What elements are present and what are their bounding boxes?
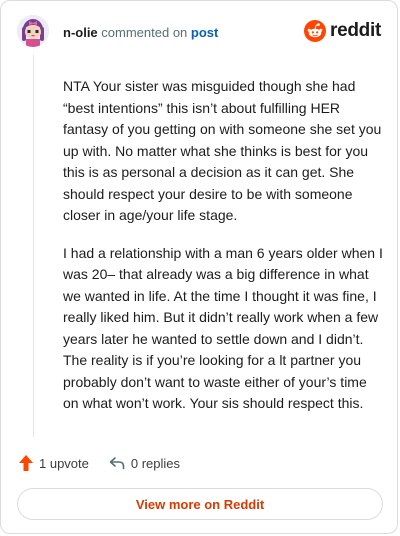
reply-arrow-icon — [109, 457, 125, 470]
username-link[interactable]: n-olie — [63, 25, 98, 40]
replies-button[interactable]: 0 replies — [109, 456, 180, 471]
commented-on-text: commented on — [101, 25, 188, 40]
avatar-icon — [17, 15, 49, 47]
view-more-on-reddit-button[interactable]: View more on Reddit — [17, 488, 383, 520]
avatar[interactable] — [17, 15, 49, 47]
reddit-snoo-icon — [304, 20, 327, 42]
comment-actions: 1 upvote 0 replies — [19, 455, 180, 471]
reddit-wordmark: reddit — [330, 20, 381, 41]
upvote-count: 1 upvote — [39, 455, 89, 471]
comment-paragraph: NTA Your sister was misguided though she… — [63, 78, 382, 223]
comment-body: NTA Your sister was misguided though she… — [63, 76, 385, 431]
comment-paragraph: I had a relationship with a man 6 years … — [63, 244, 383, 412]
reply-count: 0 replies — [130, 455, 181, 471]
comment-header: n-olie commented on post — [63, 25, 218, 41]
comment-embed-card: n-olie commented on post reddit NTA Your… — [0, 0, 398, 534]
reddit-logo[interactable]: reddit — [304, 20, 381, 42]
thread-line — [33, 55, 34, 437]
post-link[interactable]: post — [191, 25, 218, 40]
upvote-arrow-icon — [19, 455, 33, 471]
upvote-button[interactable]: 1 upvote — [19, 455, 89, 471]
